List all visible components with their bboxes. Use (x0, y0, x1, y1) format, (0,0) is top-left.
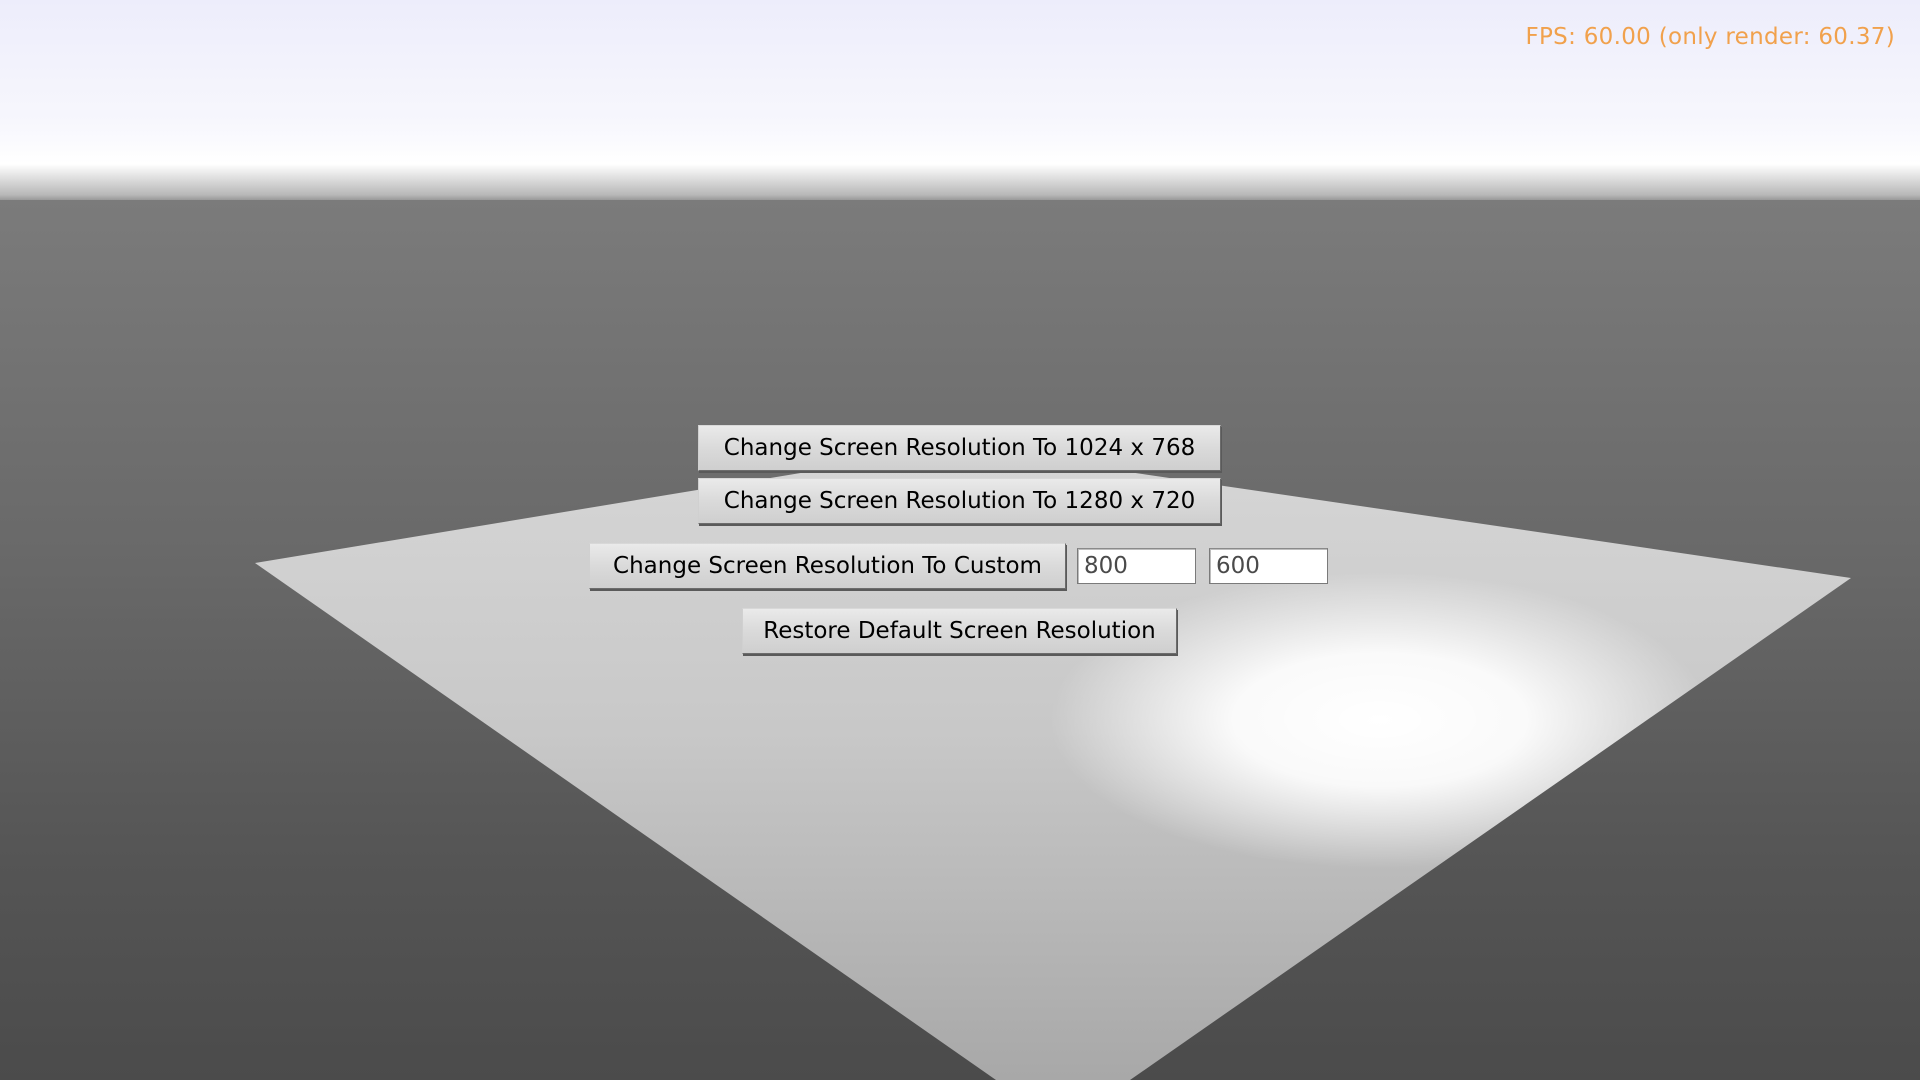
change-resolution-custom-button[interactable]: Change Screen Resolution To Custom (589, 543, 1066, 589)
3d-viewport (0, 0, 1920, 1080)
custom-height-input[interactable]: 600 (1209, 548, 1328, 584)
fps-counter: FPS: 60.00 (only render: 60.37) (1525, 24, 1895, 50)
change-resolution-1280x720-button[interactable]: Change Screen Resolution To 1280 x 720 (698, 478, 1221, 524)
floor-plane (255, 447, 1851, 1080)
custom-width-input[interactable]: 800 (1077, 548, 1196, 584)
restore-default-resolution-button[interactable]: Restore Default Screen Resolution (742, 608, 1177, 654)
change-resolution-1024x768-button[interactable]: Change Screen Resolution To 1024 x 768 (698, 425, 1221, 471)
